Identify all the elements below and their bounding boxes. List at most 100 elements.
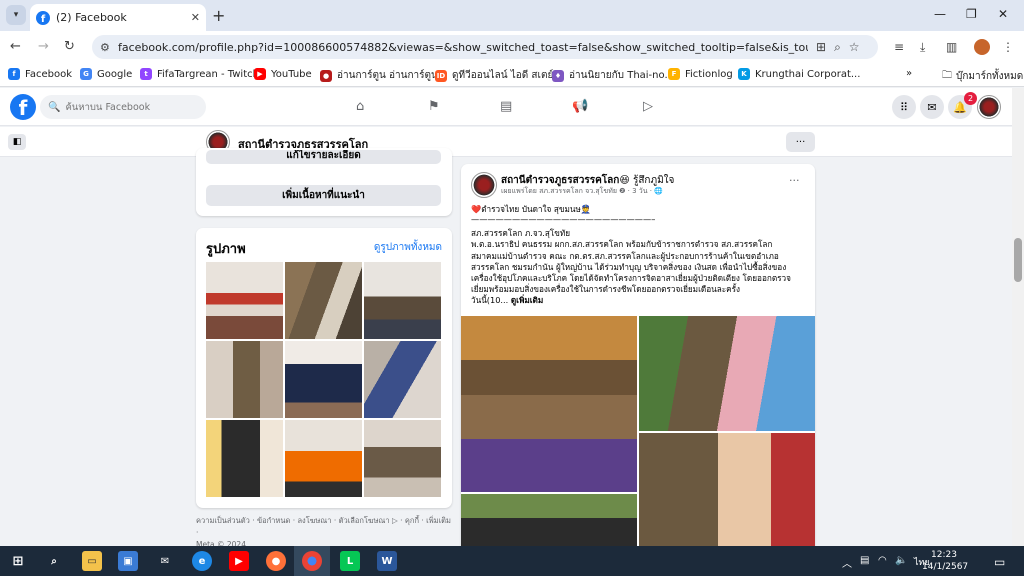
bookmarks-overflow-icon[interactable]: »: [906, 68, 912, 79]
fictionlog-icon: F: [668, 68, 680, 80]
post-options-icon[interactable]: ···: [789, 174, 800, 187]
bookmark-facebook[interactable]: f Facebook: [8, 68, 72, 80]
new-tab-icon[interactable]: +: [212, 6, 225, 25]
restore-icon[interactable]: ❐: [966, 7, 977, 21]
sidebar-toggle-icon[interactable]: ◧: [8, 134, 26, 150]
photo-thumbnail[interactable]: [364, 341, 441, 418]
zoom-icon[interactable]: ⌕: [834, 40, 841, 55]
mail-icon[interactable]: ✉: [155, 551, 175, 571]
cartoon-site-icon: ●: [320, 69, 332, 82]
page-header-bar: ◧ สถานีตำรวจภูธรสวรรคโลก ···: [0, 127, 1012, 157]
post-photo-visit[interactable]: [639, 316, 815, 431]
photo-thumbnail[interactable]: [364, 420, 441, 497]
network-icon[interactable]: ▤: [860, 555, 869, 566]
media-icon[interactable]: ≡: [894, 40, 904, 54]
flag-icon[interactable]: ⚑: [428, 99, 440, 114]
megaphone-icon[interactable]: 📢: [572, 99, 588, 114]
clock[interactable]: 12:23 14/1/2567: [922, 549, 968, 573]
photo-thumbnail[interactable]: [285, 341, 362, 418]
account-avatar[interactable]: [977, 95, 1001, 119]
edge-icon[interactable]: e: [192, 551, 212, 571]
line-icon[interactable]: L: [340, 551, 360, 571]
see-more-link[interactable]: ดูเพิ่มเติม: [511, 295, 543, 305]
scrollbar-thumb[interactable]: [1014, 238, 1022, 282]
volume-icon[interactable]: 🔈: [895, 555, 907, 566]
photo-thumbnail[interactable]: [285, 420, 362, 497]
install-app-icon[interactable]: ⊞: [816, 40, 826, 54]
chrome-icon[interactable]: [302, 551, 322, 571]
menu-grid-icon[interactable]: ⠿: [892, 95, 916, 119]
search-icon[interactable]: ⌕: [44, 551, 64, 571]
bookmark-google[interactable]: G Google: [80, 68, 132, 80]
bookmark-krungthai[interactable]: K Krungthai Corporat...: [738, 68, 860, 80]
folder-icon: 🗀: [942, 70, 952, 81]
word-icon[interactable]: W: [377, 551, 397, 571]
url-text[interactable]: facebook.com/profile.php?id=100086600574…: [118, 41, 808, 54]
minimize-icon[interactable]: —: [934, 7, 946, 21]
tab-search-dropdown-icon[interactable]: ▾: [6, 5, 26, 25]
firefox-icon[interactable]: ●: [266, 551, 286, 571]
footer-links-text[interactable]: ความเป็นส่วนตัว · ข้อกำหนด · ลงโฆษณา · ต…: [196, 515, 452, 539]
post-author-name[interactable]: สถานีตำรวจภูธรสวรรคโลก: [501, 175, 619, 186]
home-icon[interactable]: ⌂: [356, 99, 364, 114]
reload-icon[interactable]: ↻: [64, 39, 75, 54]
bookmark-label: Google: [97, 68, 133, 80]
site-info-icon[interactable]: ⚙: [100, 41, 118, 54]
all-bookmarks-folder[interactable]: 🗀 บุ๊กมาร์กทั้งหมด: [942, 68, 1023, 85]
bookmark-youtube[interactable]: ▶ YouTube: [254, 68, 312, 80]
facebook-search[interactable]: 🔍: [40, 95, 206, 119]
post-author-avatar[interactable]: [471, 172, 497, 198]
bookmark-cartoon[interactable]: ● อ่านการ์ตูน อ่านการ์ตูน...: [320, 68, 447, 83]
store-icon[interactable]: ▣: [118, 551, 138, 571]
twitch-icon: t: [140, 68, 152, 80]
address-bar[interactable]: ⚙ facebook.com/profile.php?id=1000866005…: [92, 35, 878, 59]
tray-overflow-icon[interactable]: ︿: [842, 555, 852, 570]
post-photo-bottom[interactable]: [461, 494, 637, 554]
facebook-icon: f: [8, 68, 20, 80]
post-line: สภ.สวรรคโลก ภ.จว.สุโขทัย: [471, 228, 571, 239]
tab-close-icon[interactable]: ✕: [191, 11, 200, 24]
photo-thumbnail[interactable]: [206, 341, 283, 418]
download-icon[interactable]: ⤓: [920, 40, 925, 55]
bookmark-label: บุ๊กมาร์กทั้งหมด: [956, 71, 1024, 82]
page-more-button[interactable]: ···: [786, 132, 815, 152]
see-all-photos-link[interactable]: ดูรูปภาพทั้งหมด: [374, 240, 442, 255]
post-photo-officer[interactable]: [461, 316, 637, 492]
bookmark-tv[interactable]: ID ดูทีวีออนไลน์ ไอดี สเตย์...: [435, 68, 563, 83]
photo-thumbnail[interactable]: [206, 262, 283, 339]
facebook-logo-icon[interactable]: f: [10, 94, 36, 120]
messenger-icon[interactable]: ✉: [920, 95, 944, 119]
facebook-search-input[interactable]: [65, 101, 196, 113]
video-icon[interactable]: ▷: [643, 99, 653, 114]
page-scrollbar[interactable]: [1012, 88, 1024, 546]
side-panel-icon[interactable]: ▥: [946, 40, 957, 54]
photo-thumbnail[interactable]: [364, 262, 441, 339]
bookmark-star-icon[interactable]: ☆: [849, 40, 860, 54]
post-photo-group[interactable]: [639, 433, 815, 554]
photo-thumbnail[interactable]: [285, 262, 362, 339]
profile-avatar[interactable]: [974, 39, 990, 55]
photo-thumbnail[interactable]: [206, 420, 283, 497]
bookmark-label: อ่านการ์ตูน อ่านการ์ตูน...: [337, 70, 448, 81]
bookmark-novel[interactable]: ♦ อ่านนิยายกับ Thai-no...: [552, 68, 674, 83]
forward-icon[interactable]: →: [38, 39, 49, 54]
chrome-menu-icon[interactable]: ⋮: [1002, 40, 1014, 54]
youtube-app-icon[interactable]: ▶: [229, 551, 249, 571]
bookmark-twitch[interactable]: t FifaTargrean - Twitch: [140, 68, 259, 80]
back-icon[interactable]: ←: [10, 39, 21, 54]
search-icon: 🔍: [48, 101, 61, 113]
novel-site-icon: ♦: [552, 69, 564, 82]
notifications-center-icon[interactable]: ▭: [994, 555, 1005, 569]
wifi-icon[interactable]: ◠: [878, 555, 887, 566]
edit-details-button[interactable]: แก้ไขรายละเอียด: [206, 150, 441, 164]
post-line: สวรรคโลก ชมรมกำนัน ผู้ใหญ่บ้าน ได้ร่วมทำ…: [471, 261, 787, 272]
bookmark-fictionlog[interactable]: F Fictionlog: [668, 68, 733, 80]
clock-time: 12:23: [931, 550, 957, 560]
windows-taskbar: ⊞ ⌕ ▭ ▣ ✉ e ▶ ● L W ︿ ▤ ◠ 🔈 ไทย 12:23 14…: [0, 546, 1024, 576]
windows-start-icon[interactable]: ⊞: [8, 551, 28, 571]
file-explorer-icon[interactable]: ▭: [82, 551, 102, 571]
browser-tab-facebook[interactable]: f (2) Facebook ✕: [30, 4, 206, 31]
window-close-icon[interactable]: ✕: [998, 7, 1008, 21]
add-featured-button[interactable]: เพิ่มเนื้อหาที่แนะนำ: [206, 185, 441, 206]
chart-icon[interactable]: ▤: [500, 99, 512, 114]
